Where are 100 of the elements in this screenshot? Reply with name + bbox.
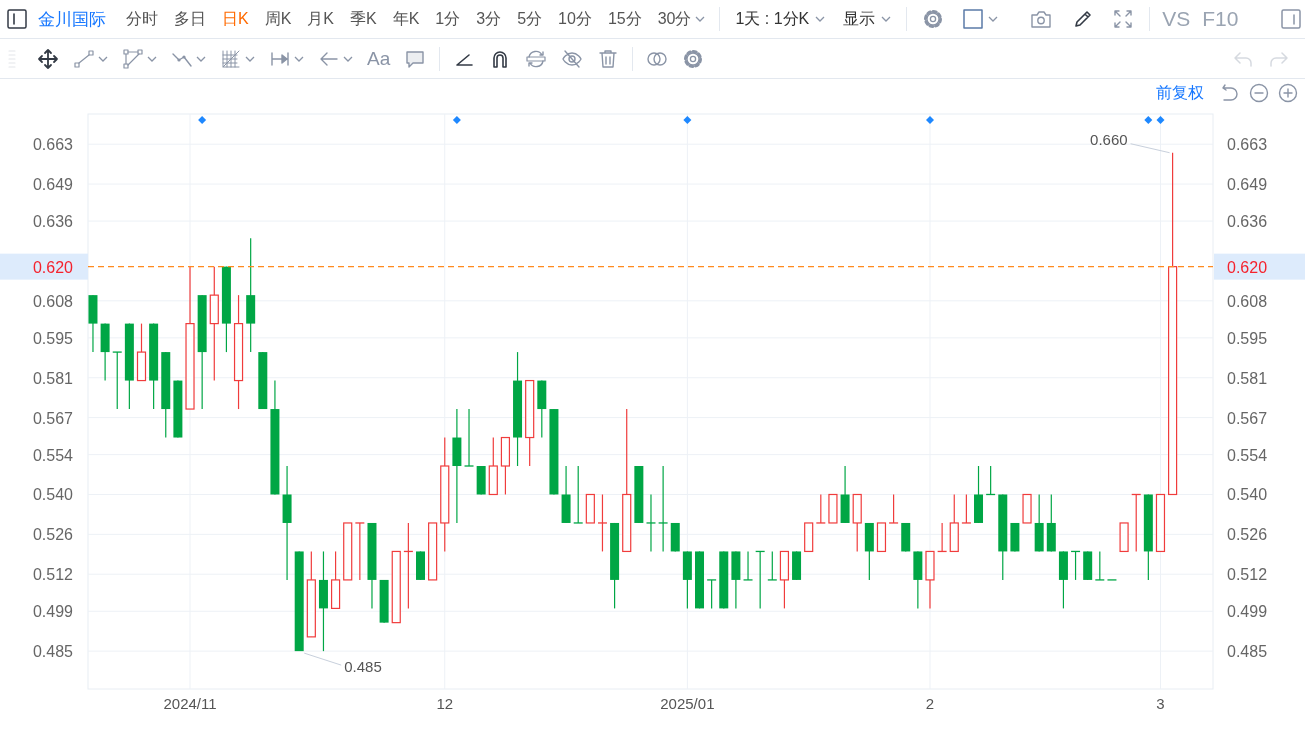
line-tool-icon [73, 47, 95, 70]
candlestick [804, 522, 814, 553]
candlestick [331, 550, 341, 609]
candlestick [1070, 550, 1081, 581]
candlestick [561, 465, 571, 524]
period-tab[interactable]: 3分 [468, 8, 510, 30]
candlestick [1155, 493, 1166, 553]
candlestick [792, 550, 802, 581]
axis-label: 0.526 [32, 526, 73, 544]
axis-label: 0.485 [32, 643, 73, 661]
min-price-label: 0.485 [344, 658, 382, 676]
event-marker[interactable] [452, 116, 461, 124]
candlestick [852, 493, 862, 553]
period-tab[interactable]: 月K [299, 8, 342, 30]
polygon-icon [122, 47, 144, 70]
axis-label: 0.663 [32, 136, 73, 154]
current-price-label: 0.620 [32, 258, 73, 276]
current-price-label: 0.620 [1227, 258, 1268, 276]
move-icon[interactable] [37, 47, 59, 70]
caret-icon [98, 55, 108, 62]
candlestick [1058, 550, 1068, 609]
candlestick [888, 493, 899, 524]
axis-label: 0.554 [32, 446, 73, 464]
axis-label: 0.608 [32, 292, 73, 310]
candlestick [682, 550, 692, 609]
axis-label: 3 [1156, 695, 1165, 712]
axis-label: 0.540 [32, 486, 73, 504]
period-tab[interactable]: 分时 [118, 8, 166, 30]
caret-icon [988, 16, 999, 22]
caret-icon [294, 55, 304, 62]
axis-label: 2 [925, 695, 935, 712]
candlestick [706, 579, 717, 609]
adjust-link[interactable]: 前复权 [1156, 82, 1204, 104]
candlestick [828, 493, 838, 524]
caret-icon [147, 55, 157, 62]
leader-line [1130, 143, 1171, 154]
candlestick [416, 550, 425, 581]
settings-icon[interactable] [682, 47, 705, 70]
axis-label: 0.636 [32, 213, 73, 231]
axis-label: 0.649 [32, 176, 73, 194]
square-icon [962, 8, 985, 30]
axis-label: 0.554 [1227, 446, 1268, 464]
event-marker[interactable] [198, 116, 207, 124]
caret-icon [196, 55, 206, 62]
candlestick [173, 379, 183, 439]
candlestick [136, 323, 147, 382]
period-tab[interactable]: 15分 [599, 8, 650, 30]
reset-icon[interactable] [1219, 82, 1241, 104]
panel-icon[interactable] [6, 8, 28, 30]
period-dropdown[interactable]: 30分 [649, 8, 714, 30]
zoom-in-icon[interactable] [1277, 82, 1299, 104]
candlestick [88, 294, 98, 353]
period-tab[interactable]: 10分 [550, 8, 600, 30]
dropdown-menu[interactable]: 1天 : 1分K [726, 8, 835, 30]
axis-label: 0.567 [1227, 409, 1268, 427]
axis-label: 0.649 [1227, 176, 1268, 194]
dropdown-menu[interactable]: 显示 [834, 8, 901, 30]
caret-icon [343, 55, 353, 62]
candlestick [597, 493, 608, 553]
event-marker[interactable] [1144, 116, 1153, 124]
fullscreen-icon[interactable] [1112, 8, 1135, 30]
candlestick [1119, 522, 1129, 553]
candlestick [719, 550, 729, 609]
period-tab[interactable]: 5分 [509, 8, 551, 30]
candlestick [379, 579, 389, 624]
zoom-out-icon[interactable] [1248, 82, 1270, 104]
candlestick [1022, 493, 1032, 524]
axis-label: 0.595 [1227, 329, 1268, 347]
axis-label: 0.512 [32, 566, 73, 584]
candlestick [1034, 493, 1044, 553]
candlestick [258, 351, 268, 410]
period-tab[interactable]: 季K [342, 8, 385, 30]
candlestick [913, 550, 923, 609]
axis-label: 0.581 [1227, 369, 1268, 387]
axis-label: 0.499 [1227, 603, 1268, 621]
candlestick [500, 436, 511, 496]
trash-icon[interactable] [597, 47, 620, 70]
candlestick [100, 323, 110, 382]
period-tab[interactable]: 多日 [166, 8, 214, 30]
caret-icon [695, 16, 706, 22]
axis-label: 0.608 [1227, 292, 1268, 310]
event-marker[interactable] [683, 116, 692, 124]
period-tab[interactable]: 1分 [427, 8, 469, 30]
period-tab[interactable]: 年K [384, 8, 428, 30]
axis-label: 0.512 [1227, 566, 1268, 584]
candlestick [901, 522, 911, 553]
event-marker[interactable] [1156, 116, 1165, 124]
candlestick [876, 522, 887, 553]
event-marker[interactable] [926, 116, 934, 124]
candlestick [428, 522, 438, 581]
settings-icon[interactable] [922, 8, 945, 30]
period-tab[interactable]: 周K [256, 8, 300, 30]
candlestick [985, 465, 996, 496]
candlestick [1010, 522, 1020, 553]
candlestick [354, 522, 365, 581]
axis-label: 0.499 [32, 603, 73, 621]
candlestick [864, 522, 874, 581]
caret-icon [881, 16, 892, 22]
candlestick [343, 522, 353, 581]
candlestick [961, 493, 972, 524]
